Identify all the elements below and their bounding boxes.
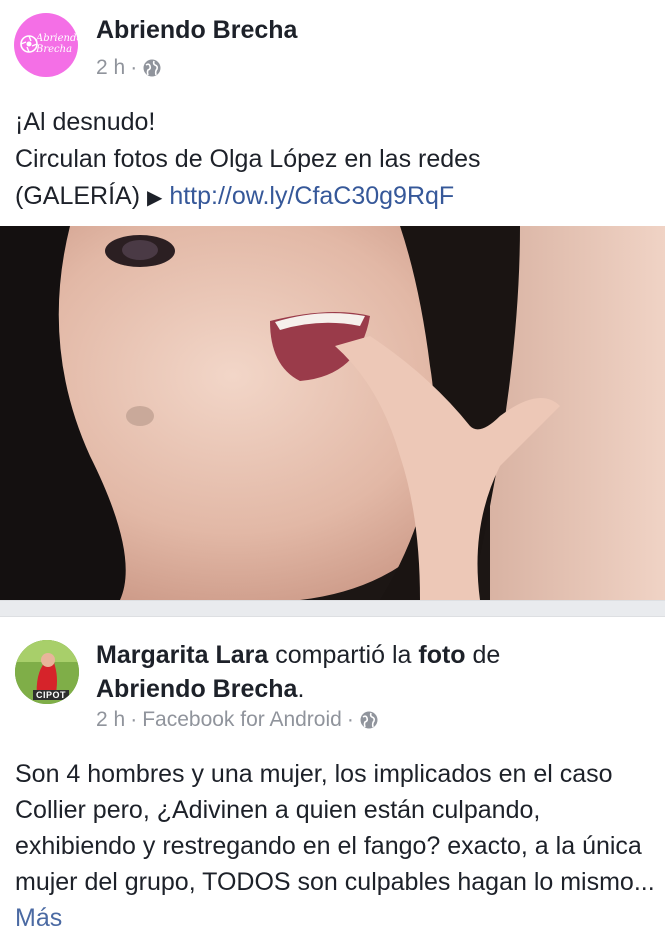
post-line-2: Circulan fotos de Olga López en las rede… — [15, 145, 481, 173]
post-photo[interactable] — [0, 226, 665, 600]
user-avatar[interactable]: CIPOT — [15, 640, 79, 704]
shared-text: compartió la — [275, 641, 412, 669]
meta-separator-2: · — [346, 708, 354, 731]
period: . — [297, 675, 305, 703]
user-name[interactable]: Margarita Lara — [96, 641, 268, 669]
post2-body-text: Son 4 hombres y una mujer, los implicado… — [15, 760, 655, 896]
source-page-name[interactable]: Abriendo Brecha — [96, 675, 297, 703]
globe-icon — [360, 711, 378, 729]
timestamp[interactable]: 2 h — [96, 708, 125, 732]
photo-image — [0, 226, 665, 600]
de-text: de — [472, 641, 501, 669]
avatar-badge: CIPOT — [33, 690, 70, 700]
post-text: ¡Al desnudo! Circulan fotos de Olga Lópe… — [15, 104, 655, 217]
post2-meta: 2 h · Facebook for Android · — [96, 708, 379, 732]
via-app: Facebook for Android — [142, 708, 342, 731]
avatar-logo-text: Abriendo Brecha — [36, 33, 78, 55]
post-divider — [0, 600, 665, 617]
page-avatar[interactable]: Abriendo Brecha — [14, 13, 78, 77]
meta-separator: · — [130, 56, 138, 79]
page-name[interactable]: Abriendo Brecha — [96, 16, 297, 45]
globe-icon — [143, 59, 161, 77]
post-line-3: (GALERÍA) ▶ http://ow.ly/CfaC30g9RqF — [15, 178, 655, 217]
meta-separator: · — [130, 708, 138, 731]
post-header: Abriendo Brecha Abriendo Brecha 2 h · — [0, 0, 665, 100]
post-line-1: ¡Al desnudo! — [15, 108, 156, 136]
gallery-label: (GALERÍA) — [15, 182, 141, 210]
photo-link[interactable]: foto — [418, 641, 465, 669]
share-header: Margarita Lara compartió la foto de Abri… — [96, 638, 636, 706]
timestamp[interactable]: 2 h — [96, 56, 125, 80]
post-meta: 2 h · — [96, 56, 162, 80]
see-more-link[interactable]: Más — [15, 904, 62, 932]
post2-body: Son 4 hombres y una mujer, los implicado… — [15, 756, 655, 936]
arrow-icon: ▶ — [146, 187, 163, 209]
post-link[interactable]: http://ow.ly/CfaC30g9RqF — [169, 182, 454, 210]
